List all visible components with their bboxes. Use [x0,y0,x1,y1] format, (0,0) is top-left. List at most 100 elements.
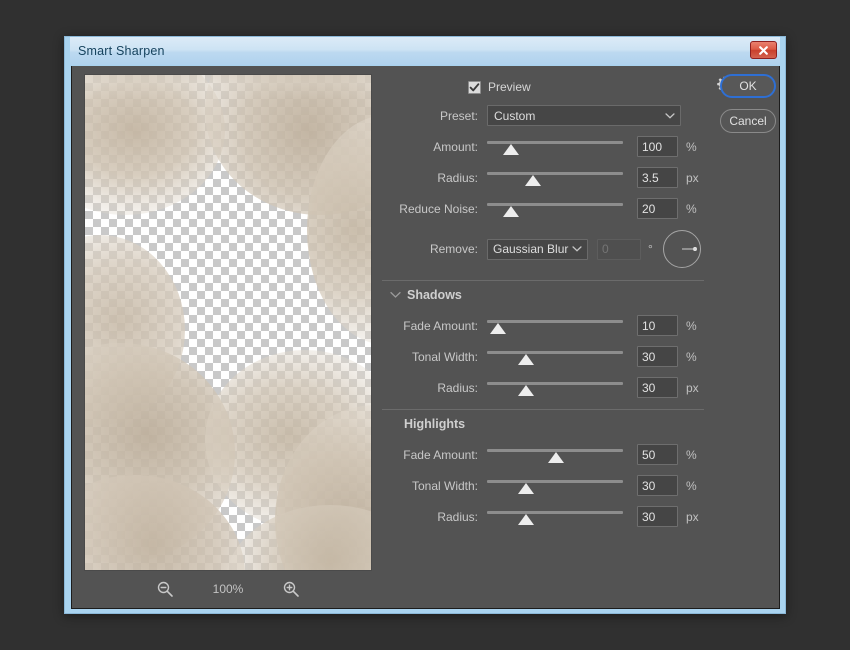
preset-select[interactable]: Custom [487,105,681,126]
slider-value-input[interactable] [637,136,678,157]
slider-value-input[interactable] [637,198,678,219]
slider-value-input[interactable] [637,506,678,527]
image-preview-canvas[interactable] [84,74,372,571]
zoom-in-magnifier-icon[interactable] [282,580,300,598]
preview-content [85,343,235,563]
slider[interactable] [487,347,623,367]
highlights-title: Highlights [404,417,466,431]
slider-unit-label: px [686,170,699,185]
slider-thumb[interactable] [503,205,520,217]
preset-label: Preset: [439,108,478,123]
preview-content [225,505,371,570]
slider-value-input[interactable] [637,167,678,188]
slider-value-input[interactable] [637,444,678,465]
highlights-section-header[interactable]: Highlights [382,409,712,439]
slider-value-input[interactable] [637,475,678,496]
controls-column: Preview Preset: Custom Amount: 100 % Rad… [382,74,732,532]
slider-value-input[interactable] [637,377,678,398]
preview-checkbox[interactable] [468,80,481,94]
slider-unit-label: px [686,509,699,524]
close-x-icon [759,45,768,55]
ok-button[interactable]: OK [720,74,776,98]
preview-zoom-toolbar: 100% [84,574,372,604]
slider-thumb[interactable] [518,513,535,525]
slider-row: Reduce Noise:% [382,193,712,224]
slider-thumb[interactable] [503,143,520,155]
angle-dial[interactable] [662,230,701,268]
preview-content [85,75,371,99]
slider-thumb[interactable] [525,174,542,186]
preview-content [205,75,371,215]
close-button[interactable] [750,41,777,59]
dialog-buttons: OK Cancel [720,74,776,144]
slider-thumb[interactable] [518,384,535,396]
remove-value: Gaussian Blur [493,242,569,256]
slider-row: Amount:% [382,131,712,162]
slider-unit-label: % [686,318,697,333]
slider-value-input[interactable] [637,346,678,367]
preset-value: Custom [494,108,536,123]
slider-unit-label: % [686,139,697,154]
slider-row: Radius: px [382,162,712,193]
smart-sharpen-window: Smart Sharpen 100% Preview Preset: Custo… [64,36,786,614]
slider-track [487,381,623,385]
slider-row: Tonal Width:% [382,470,712,501]
slider-thumb[interactable] [518,353,535,365]
slider[interactable] [487,316,623,336]
highlights-sliders-group: Fade Amount:%Tonal Width:%Radius:px [382,439,712,532]
slider[interactable] [487,507,623,527]
slider-unit-label: % [686,478,697,493]
slider-label: Fade Amount: [403,318,478,333]
slider-label: Fade Amount: [403,447,478,462]
shadows-section-header[interactable]: Shadows [382,280,712,310]
slider-label: Tonal Width: [411,349,478,364]
preview-content [205,350,371,530]
slider[interactable] [487,168,623,188]
preview-pane: 100% [84,74,372,597]
main-sliders-group: Amount:% Radius: px Reduce Noise:% [382,131,712,224]
slider-row: Fade Amount:% [382,439,712,470]
slider-thumb[interactable] [518,482,535,494]
shadows-title: Shadows [407,288,462,302]
slider-label: Radius: [437,509,478,524]
shadows-sliders-group: Fade Amount:%Tonal Width:%Radius:px [382,310,712,403]
cancel-button[interactable]: Cancel [720,109,776,133]
slider-row: Tonal Width:% [382,341,712,372]
remove-row: Remove: Gaussian Blur ° [382,224,712,274]
slider-unit-label: % [686,349,697,364]
slider-label: Radius: [437,380,478,395]
preset-row: Preset: Custom [382,100,712,131]
remove-select[interactable]: Gaussian Blur [487,238,588,260]
window-titlebar[interactable]: Smart Sharpen [70,37,780,65]
preview-content [85,235,185,425]
slider-unit-label: % [686,447,697,462]
slider-row: Radius: px [382,372,712,403]
zoom-out-magnifier-icon[interactable] [156,580,174,598]
angle-unit-label: ° [648,242,653,256]
preview-content [85,75,225,215]
slider-label: Reduce Noise: [399,201,478,216]
slider-track [487,350,623,354]
chevron-down-icon[interactable] [390,291,401,299]
slider[interactable] [487,476,623,496]
slider-thumb[interactable] [548,451,565,463]
slider[interactable] [487,137,623,157]
slider[interactable] [487,445,623,465]
chevron-down-icon [665,112,675,119]
preview-toggle-row: Preview [382,74,732,100]
preview-content [85,475,245,570]
slider-label: Amount: [433,139,478,154]
slider-value-input[interactable] [637,315,678,336]
slider-track [487,510,623,514]
slider-track [487,319,623,323]
remove-angle-input[interactable] [597,238,641,260]
window-title: Smart Sharpen [78,44,165,58]
slider[interactable] [487,378,623,398]
slider[interactable] [487,199,623,219]
preview-content [307,115,371,345]
remove-label: Remove: [429,242,478,256]
slider-unit-label: px [686,380,699,395]
slider-thumb[interactable] [489,322,506,334]
slider-track [487,171,623,175]
preview-label[interactable]: Preview [488,80,531,94]
